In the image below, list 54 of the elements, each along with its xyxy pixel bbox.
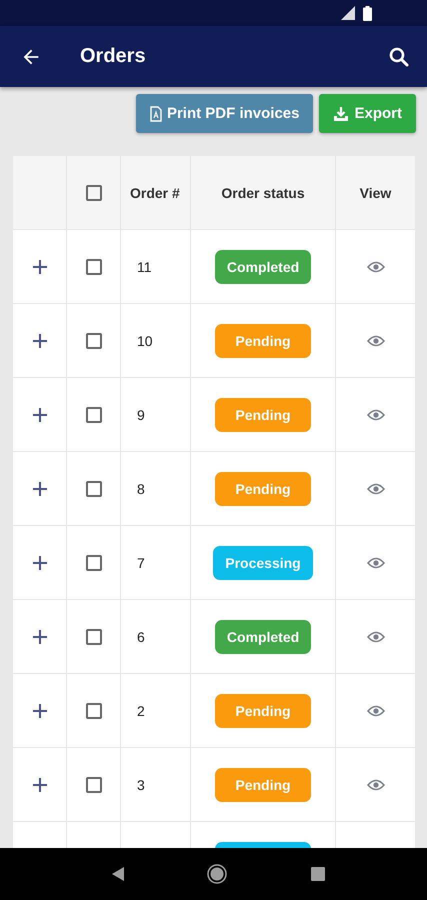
- select-all-checkbox[interactable]: [86, 184, 102, 200]
- order-number: 11: [137, 258, 152, 274]
- plus-icon[interactable]: [32, 704, 46, 718]
- status-badge: Pending: [215, 398, 311, 432]
- row-checkbox[interactable]: [86, 332, 102, 348]
- row-checkbox[interactable]: [86, 554, 102, 570]
- recents-icon[interactable]: [311, 867, 326, 881]
- row-checkbox[interactable]: [86, 702, 102, 718]
- plus-icon[interactable]: [32, 630, 46, 644]
- order-number: 7: [137, 554, 145, 570]
- eye-icon[interactable]: [366, 704, 384, 716]
- pdf-icon: [150, 106, 162, 122]
- row-checkbox[interactable]: [86, 258, 102, 274]
- status-badge: Pending: [215, 472, 311, 506]
- status-badge: Pending: [215, 324, 311, 358]
- back-icon[interactable]: [112, 867, 124, 881]
- row-checkbox[interactable]: [86, 628, 102, 644]
- eye-icon[interactable]: [366, 630, 384, 642]
- order-number: 9: [137, 406, 145, 422]
- eye-icon[interactable]: [366, 260, 384, 272]
- screen-title: Orders: [80, 45, 147, 68]
- order-number: 8: [137, 480, 145, 496]
- column-header: View: [360, 184, 392, 200]
- plus-icon[interactable]: [32, 482, 46, 496]
- eye-icon[interactable]: [366, 334, 384, 346]
- row-checkbox[interactable]: [86, 480, 102, 496]
- order-number: 6: [137, 628, 145, 644]
- row-checkbox[interactable]: [86, 406, 102, 422]
- plus-icon[interactable]: [32, 260, 46, 274]
- download-icon: [333, 106, 350, 122]
- eye-icon[interactable]: [366, 556, 384, 568]
- column-header: Order status: [221, 184, 305, 200]
- status-badge: Completed: [214, 620, 312, 654]
- print-invoices-button[interactable]: Print PDF invoices: [136, 94, 314, 133]
- plus-icon[interactable]: [32, 408, 46, 422]
- battery-icon: [363, 6, 372, 20]
- plus-icon[interactable]: [32, 556, 46, 570]
- status-badge: Pending: [215, 768, 311, 802]
- order-number: 10: [137, 332, 153, 348]
- order-number: 2: [137, 702, 145, 718]
- column-header: Order #: [130, 184, 180, 200]
- home-icon[interactable]: [207, 864, 228, 884]
- plus-icon[interactable]: [32, 334, 46, 348]
- order-number: 3: [137, 776, 145, 792]
- plus-icon[interactable]: [32, 778, 46, 792]
- export-button[interactable]: Export: [319, 94, 416, 133]
- eye-icon[interactable]: [366, 482, 384, 494]
- status-badge: Processing: [213, 546, 313, 580]
- signal-icon: [341, 6, 355, 20]
- eye-icon[interactable]: [366, 778, 384, 790]
- status-badge: Pending: [215, 694, 311, 728]
- status-badge: Completed: [214, 250, 312, 284]
- row-checkbox[interactable]: [86, 776, 102, 792]
- eye-icon[interactable]: [366, 408, 384, 420]
